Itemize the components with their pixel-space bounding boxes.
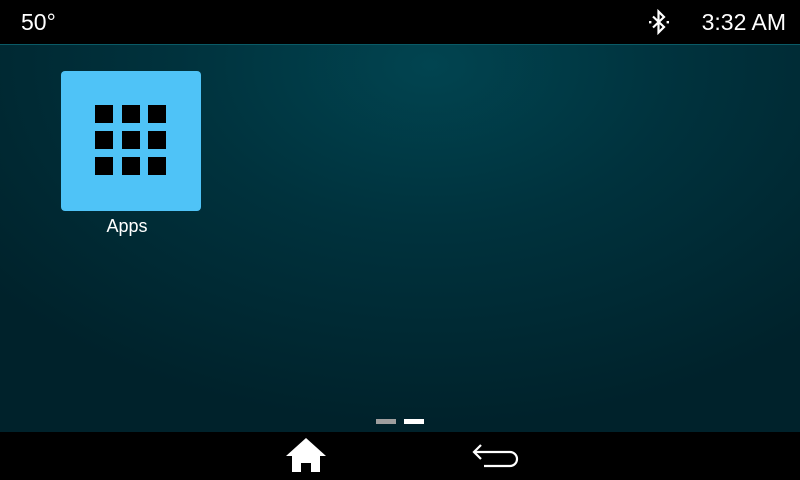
home-screen: Apps (0, 44, 800, 432)
clock: 3:32 AM (701, 9, 786, 35)
home-button[interactable] (280, 436, 332, 476)
page-indicator (376, 419, 424, 424)
home-icon (280, 436, 332, 476)
page-indicator-dot-2-active[interactable] (404, 419, 424, 424)
back-button[interactable] (468, 436, 520, 476)
back-arrow-icon (468, 436, 520, 476)
apps-grid-icon (95, 105, 167, 177)
status-bar: 50° 3:32 AM (0, 0, 800, 44)
outside-temperature: 50° (21, 9, 56, 35)
apps-tile-label: Apps (106, 216, 148, 236)
screen: 50° 3:32 AM Apps (0, 0, 800, 480)
bluetooth-icon (647, 8, 671, 36)
page-indicator-dot-1[interactable] (376, 419, 396, 424)
navigation-bar (0, 432, 800, 480)
apps-tile-button[interactable] (61, 71, 201, 211)
